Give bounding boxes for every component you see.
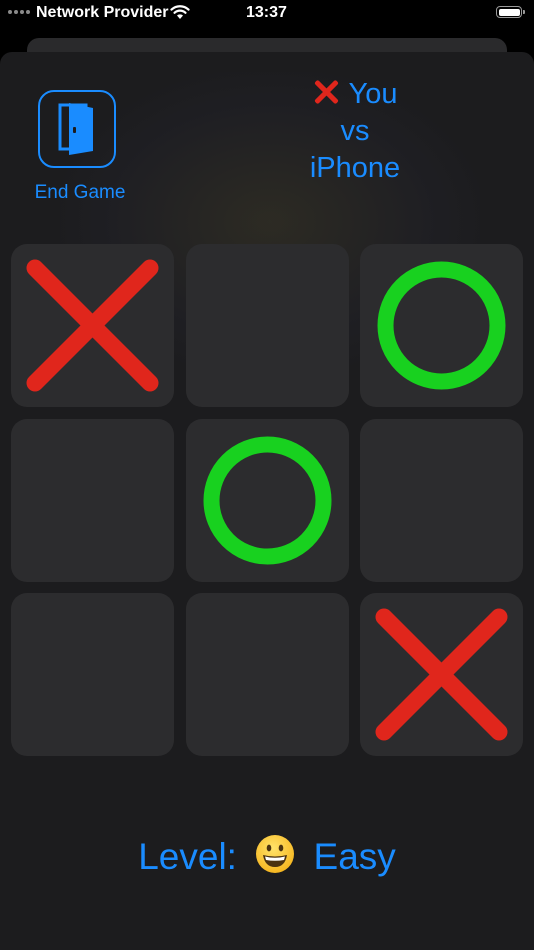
battery-icon bbox=[496, 6, 525, 18]
board-cell[interactable] bbox=[11, 244, 174, 407]
clock: 13:37 bbox=[246, 4, 287, 21]
x-mark-icon bbox=[375, 608, 508, 741]
board-cell[interactable] bbox=[11, 418, 174, 582]
x-mark-icon bbox=[26, 259, 159, 392]
matchup-title: You vs iPhone bbox=[250, 76, 460, 187]
player-label: You bbox=[348, 78, 398, 110]
game-board bbox=[11, 244, 523, 756]
grinning-face-icon bbox=[255, 834, 295, 874]
board-cell[interactable] bbox=[185, 244, 349, 407]
player-line: You bbox=[250, 76, 460, 113]
door-icon bbox=[58, 103, 93, 155]
o-mark-icon bbox=[203, 436, 331, 564]
status-bar: Network Provider 13:37 bbox=[0, 0, 534, 28]
board-cell[interactable] bbox=[11, 593, 174, 756]
board-cell[interactable] bbox=[185, 593, 349, 756]
end-game-button[interactable]: End Game bbox=[28, 90, 132, 210]
opponent-label: iPhone bbox=[309, 152, 401, 184]
wifi-icon bbox=[170, 5, 190, 19]
game-sheet: End Game You vs iPhone Level: Easy bbox=[0, 52, 534, 950]
level-prefix: Level: bbox=[138, 836, 237, 877]
signal-icon bbox=[8, 10, 30, 14]
level-indicator: Level: Easy bbox=[0, 834, 534, 878]
board-cell[interactable] bbox=[360, 244, 523, 407]
end-game-label: End Game bbox=[34, 182, 126, 203]
player-x-icon bbox=[313, 79, 339, 105]
board-cell[interactable] bbox=[360, 593, 523, 756]
board-cell[interactable] bbox=[185, 418, 349, 582]
door-icon-frame bbox=[38, 90, 116, 168]
battery-level bbox=[498, 8, 520, 16]
game-screen: Network Provider 13:37 End Game You vs i… bbox=[0, 0, 534, 950]
carrier-name: Network Provider bbox=[36, 4, 169, 21]
vs-label: vs bbox=[340, 115, 370, 147]
level-name: Easy bbox=[313, 836, 396, 877]
board-cell[interactable] bbox=[360, 418, 523, 582]
o-mark-icon bbox=[377, 261, 506, 390]
